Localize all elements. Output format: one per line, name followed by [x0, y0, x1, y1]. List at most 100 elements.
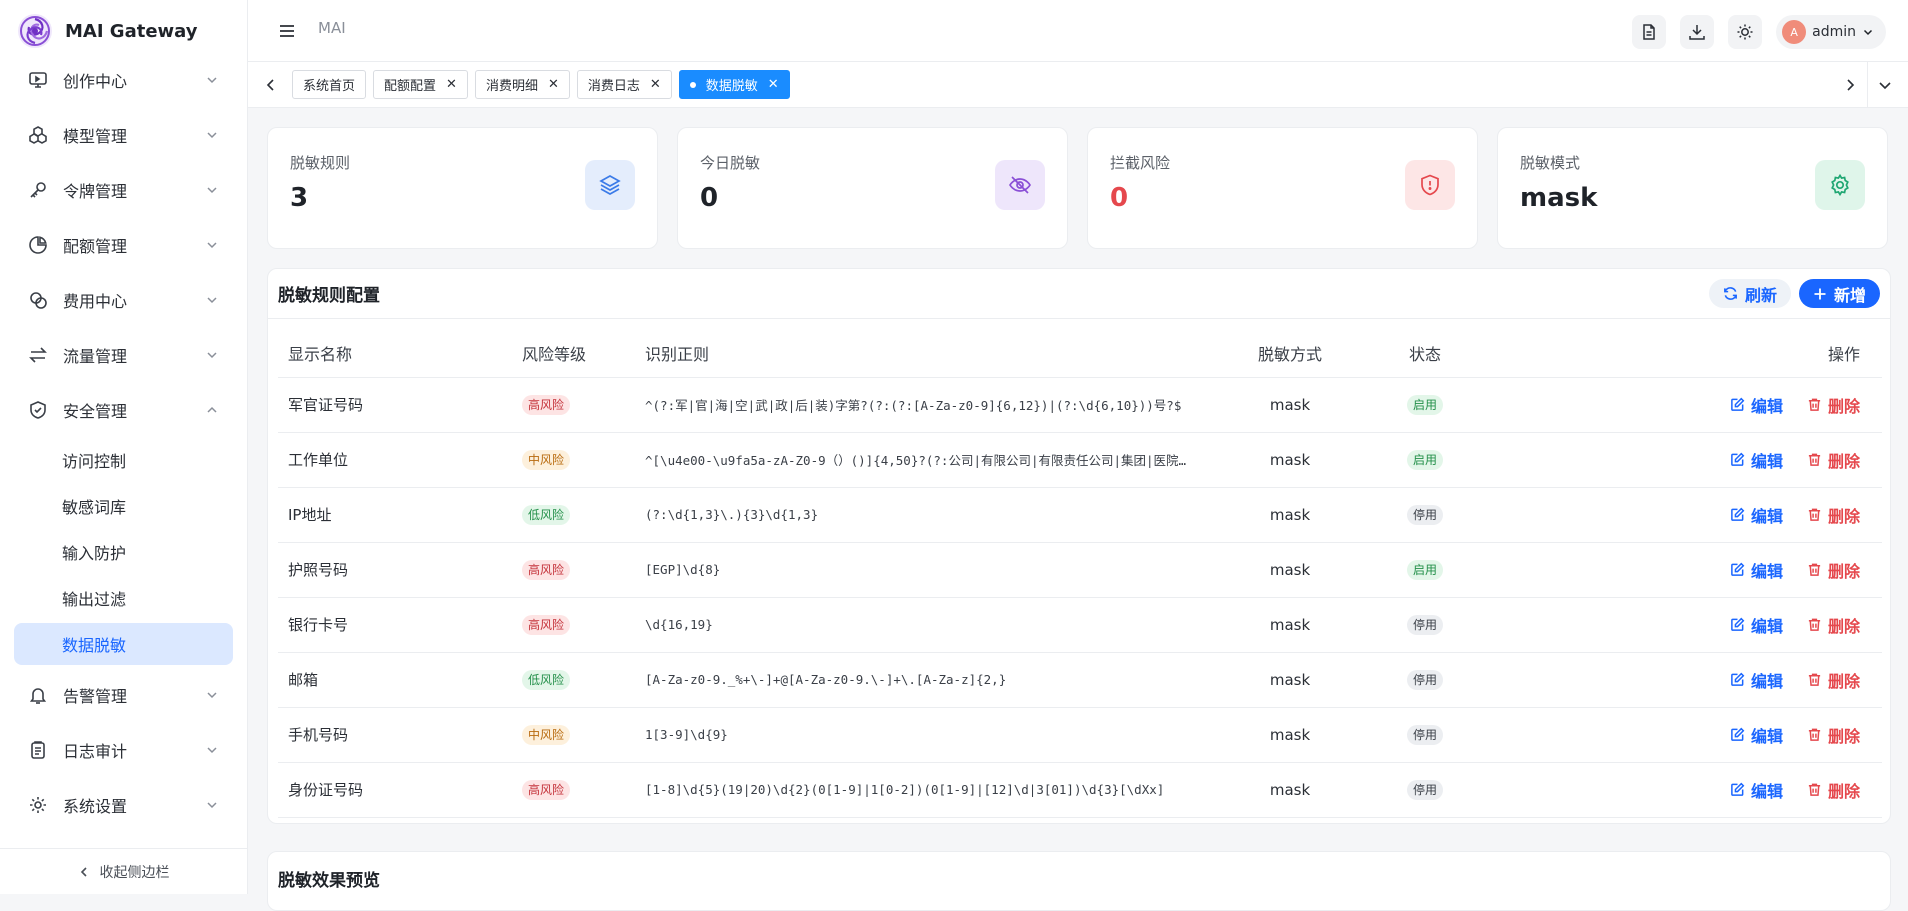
sidebar-item-tokens[interactable]: 令牌管理	[0, 162, 247, 217]
sidebar-item-creation[interactable]: 创作中心	[0, 52, 247, 107]
delete-button[interactable]: 删除	[1807, 723, 1860, 747]
delete-button[interactable]: 删除	[1807, 668, 1860, 692]
mask-mode: mask	[1235, 377, 1345, 433]
sidebar-item-alerts[interactable]: 告警管理	[0, 667, 247, 722]
rule-name: IP地址	[278, 487, 512, 543]
table-header-row: 显示名称 风险等级 识别正则 脱敏方式 状态 操作	[278, 329, 1882, 378]
tabs-scroll-right-icon[interactable]	[1843, 78, 1857, 92]
user-menu[interactable]: A admin	[1776, 15, 1886, 49]
sidebar-subitem-access-control[interactable]: 访问控制	[0, 437, 247, 483]
menu-toggle-icon[interactable]	[278, 22, 296, 40]
edit-icon	[1731, 452, 1745, 466]
sidebar-item-quota[interactable]: 配额管理	[0, 217, 247, 272]
edit-label: 编辑	[1750, 561, 1783, 581]
delete-button[interactable]: 删除	[1807, 613, 1860, 637]
add-rule-button[interactable]: 新增	[1798, 279, 1880, 308]
edit-icon	[1731, 727, 1745, 741]
mask-mode: mask	[1235, 707, 1345, 763]
rule-regex: [A-Za-z0-9._%+\-]+@[A-Za-z0-9.\-]+\.[A-Z…	[635, 652, 1235, 708]
table-row: 手机号码 中风险 1[3-9]\d{9} mask 停用 编辑 删除	[278, 707, 1882, 763]
sidebar-item-traffic[interactable]: 流量管理	[0, 327, 247, 382]
risk-badge: 低风险	[522, 504, 571, 525]
edit-button[interactable]: 编辑	[1730, 503, 1783, 527]
rule-regex: [1-8]\d{5}(19|20)\d{2}(0[1-9]|1[0-2])(0[…	[635, 762, 1235, 818]
close-icon[interactable]: ✕	[768, 78, 779, 91]
delete-button[interactable]: 删除	[1807, 393, 1860, 417]
tabs-scroll-left-icon[interactable]	[264, 78, 278, 92]
delete-button[interactable]: 删除	[1807, 448, 1860, 472]
delete-button[interactable]: 删除	[1807, 778, 1860, 802]
stat-card-today: 今日脱敏 0	[677, 127, 1068, 249]
cubes-icon	[29, 125, 47, 144]
actions-cell: 编辑 删除	[1505, 377, 1882, 433]
chevron-down-icon	[207, 186, 217, 193]
sidebar-item-security[interactable]: 安全管理	[0, 382, 247, 437]
tab-home[interactable]: 系统首页	[292, 70, 367, 99]
actions-cell: 编辑 删除	[1505, 432, 1882, 488]
mask-mode: mask	[1235, 487, 1345, 543]
rule-regex: [EGP]\d{8}	[635, 542, 1235, 598]
avatar: A	[1782, 20, 1807, 44]
refresh-button[interactable]: 刷新	[1708, 279, 1791, 308]
chevron-down-icon	[207, 746, 217, 753]
docs-button[interactable]	[1632, 15, 1667, 49]
edit-button[interactable]: 编辑	[1730, 448, 1783, 472]
risk-badge: 高风险	[522, 559, 571, 580]
edit-button[interactable]: 编辑	[1730, 393, 1783, 417]
tabs-dropdown-icon[interactable]	[1878, 78, 1892, 92]
delete-button[interactable]: 删除	[1807, 558, 1860, 582]
collapse-label: 收起侧边栏	[99, 864, 170, 881]
sidebar-subitem-sensitive-words[interactable]: 敏感词库	[0, 483, 247, 529]
sidebar-subitem-input-protection[interactable]: 输入防护	[0, 529, 247, 575]
close-icon[interactable]: ✕	[548, 78, 559, 91]
active-dot-icon	[689, 81, 696, 88]
status-badge: 停用	[1406, 669, 1443, 690]
edit-icon	[1731, 617, 1745, 631]
edit-label: 编辑	[1750, 451, 1783, 471]
shield-alert-icon	[1405, 160, 1455, 210]
edit-button[interactable]: 编辑	[1730, 778, 1783, 802]
delete-button[interactable]: 删除	[1807, 503, 1860, 527]
close-icon[interactable]: ✕	[650, 78, 661, 91]
sidebar-item-billing[interactable]: 费用中心	[0, 272, 247, 327]
actions-cell: 编辑 删除	[1505, 542, 1882, 598]
sidebar-item-models[interactable]: 模型管理	[0, 107, 247, 162]
edit-button[interactable]: 编辑	[1730, 668, 1783, 692]
chevron-up-icon	[207, 406, 217, 413]
status-cell: 停用	[1345, 707, 1505, 763]
edit-button[interactable]: 编辑	[1730, 613, 1783, 637]
sidebar-subitem-data-masking[interactable]: 数据脱敏	[14, 623, 233, 665]
close-icon[interactable]: ✕	[446, 78, 457, 91]
tab-label: 配额配置	[384, 79, 437, 94]
coins-icon	[30, 291, 47, 309]
stat-card-blocked: 拦截风险 0	[1087, 127, 1478, 249]
tab-consumption-detail[interactable]: 消费明细 ✕	[474, 70, 570, 99]
tab-label: 消费日志	[587, 79, 640, 94]
edit-button[interactable]: 编辑	[1730, 558, 1783, 582]
trash-icon	[1808, 618, 1821, 631]
status-badge: 停用	[1406, 504, 1443, 525]
rules-table: 显示名称 风险等级 识别正则 脱敏方式 状态 操作 军官证号码 高风险 ^(?:…	[278, 329, 1882, 818]
download-button[interactable]	[1680, 15, 1715, 49]
chevron-down-icon	[1863, 29, 1873, 36]
document-icon	[1643, 24, 1655, 40]
sidebar-subitem-output-filter[interactable]: 输出过滤	[0, 575, 247, 621]
collapse-sidebar-button[interactable]: 收起侧边栏	[0, 848, 247, 894]
status-badge: 启用	[1406, 449, 1443, 470]
trash-icon	[1808, 453, 1821, 466]
trash-icon	[1808, 673, 1821, 686]
stat-label: 今日脱敏	[700, 154, 761, 172]
breadcrumb[interactable]: MAI	[318, 19, 346, 37]
tab-consumption-log[interactable]: 消费日志 ✕	[576, 70, 672, 99]
sidebar-item-audit-logs[interactable]: 日志审计	[0, 722, 247, 777]
sidebar-item-settings[interactable]: 系统设置	[0, 777, 247, 832]
edit-button[interactable]: 编辑	[1730, 723, 1783, 747]
risk-cell: 中风险	[512, 432, 635, 488]
add-label: 新增	[1833, 285, 1866, 305]
tab-quota-config[interactable]: 配额配置 ✕	[373, 70, 468, 99]
delete-label: 删除	[1827, 726, 1860, 746]
rule-regex: (?:\d{1,3}\.){3}\d{1,3}	[635, 487, 1235, 543]
theme-toggle-button[interactable]	[1728, 15, 1763, 49]
chevron-down-icon	[207, 801, 217, 808]
tab-data-masking[interactable]: 数据脱敏 ✕	[678, 70, 790, 99]
